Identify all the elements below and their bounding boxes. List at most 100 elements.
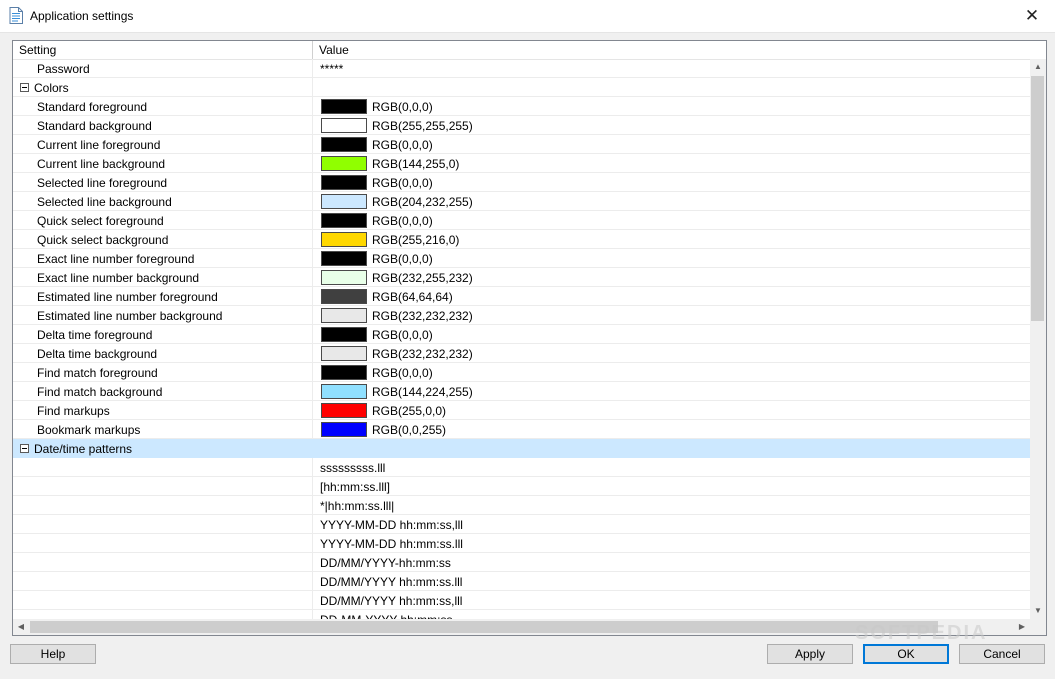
setting-value-cell[interactable]: DD/MM/YYYY hh:mm:ss.lll: [313, 572, 1030, 590]
color-swatch[interactable]: [321, 384, 367, 399]
setting-name-cell[interactable]: Exact line number foreground: [13, 249, 313, 267]
setting-row[interactable]: *|hh:mm:ss.lll|: [13, 496, 1030, 515]
color-swatch[interactable]: [321, 99, 367, 114]
color-swatch[interactable]: [321, 403, 367, 418]
setting-row[interactable]: YYYY-MM-DD hh:mm:ss.lll: [13, 534, 1030, 553]
setting-value-cell[interactable]: YYYY-MM-DD hh:mm:ss,lll: [313, 515, 1030, 533]
setting-row[interactable]: Exact line number foreground RGB(0,0,0): [13, 249, 1030, 268]
setting-value-cell[interactable]: RGB(144,255,0): [313, 154, 1030, 172]
setting-value-cell[interactable]: RGB(0,0,0): [313, 325, 1030, 343]
help-button[interactable]: Help: [10, 644, 96, 664]
color-swatch[interactable]: [321, 327, 367, 342]
color-swatch[interactable]: [321, 213, 367, 228]
setting-row[interactable]: Standard background RGB(255,255,255): [13, 116, 1030, 135]
color-swatch[interactable]: [321, 289, 367, 304]
setting-value-cell[interactable]: DD/MM/YYYY-hh:mm:ss: [313, 553, 1030, 571]
setting-row[interactable]: Selected line foreground RGB(0,0,0): [13, 173, 1030, 192]
setting-name-cell[interactable]: Standard background: [13, 116, 313, 134]
setting-row[interactable]: Estimated line number background RGB(232,…: [13, 306, 1030, 325]
setting-row[interactable]: DD/MM/YYYY hh:mm:ss,lll: [13, 591, 1030, 610]
setting-row[interactable]: Delta time foreground RGB(0,0,0): [13, 325, 1030, 344]
scroll-left-icon[interactable]: ◀: [13, 619, 29, 635]
color-swatch[interactable]: [321, 270, 367, 285]
collapse-icon[interactable]: [20, 83, 29, 92]
setting-value-cell[interactable]: RGB(204,232,255): [313, 192, 1030, 210]
setting-value-cell[interactable]: RGB(232,232,232): [313, 344, 1030, 362]
setting-name-cell[interactable]: Current line foreground: [13, 135, 313, 153]
setting-name-cell[interactable]: Standard foreground: [13, 97, 313, 115]
setting-name-cell[interactable]: Quick select background: [13, 230, 313, 248]
setting-value-cell[interactable]: *|hh:mm:ss.lll|: [313, 496, 1030, 514]
setting-value-cell[interactable]: RGB(0,0,0): [313, 97, 1030, 115]
setting-name-cell[interactable]: Date/time patterns: [13, 439, 313, 457]
setting-name-cell[interactable]: Quick select foreground: [13, 211, 313, 229]
setting-value-cell[interactable]: [hh:mm:ss.lll]: [313, 477, 1030, 495]
ok-button[interactable]: OK: [863, 644, 949, 664]
setting-value-cell[interactable]: RGB(255,216,0): [313, 230, 1030, 248]
setting-row[interactable]: Quick select background RGB(255,216,0): [13, 230, 1030, 249]
column-divider[interactable]: [312, 41, 313, 59]
vertical-scrollbar[interactable]: ▲ ▼: [1030, 59, 1046, 619]
setting-value-cell[interactable]: RGB(0,0,0): [313, 211, 1030, 229]
setting-value-cell[interactable]: DD/MM/YYYY hh:mm:ss,lll: [313, 591, 1030, 609]
vertical-scroll-thumb[interactable]: [1031, 76, 1044, 321]
color-swatch[interactable]: [321, 118, 367, 133]
setting-name-cell[interactable]: Selected line background: [13, 192, 313, 210]
color-swatch[interactable]: [321, 346, 367, 361]
color-swatch[interactable]: [321, 175, 367, 190]
setting-value-cell[interactable]: RGB(64,64,64): [313, 287, 1030, 305]
setting-value-cell[interactable]: DD-MM-YYYY hh:mm:ss: [313, 610, 1030, 619]
setting-value-cell[interactable]: RGB(0,0,0): [313, 135, 1030, 153]
setting-row[interactable]: [hh:mm:ss.lll]: [13, 477, 1030, 496]
setting-value-cell[interactable]: RGB(0,0,0): [313, 249, 1030, 267]
setting-row[interactable]: Delta time background RGB(232,232,232): [13, 344, 1030, 363]
setting-name-cell[interactable]: Current line background: [13, 154, 313, 172]
setting-name-cell[interactable]: Exact line number background: [13, 268, 313, 286]
setting-row[interactable]: sssssssss.lll: [13, 458, 1030, 477]
setting-name-cell[interactable]: Find match background: [13, 382, 313, 400]
setting-name-cell[interactable]: [13, 591, 313, 609]
setting-name-cell[interactable]: [13, 477, 313, 495]
scroll-up-icon[interactable]: ▲: [1030, 59, 1046, 75]
setting-row[interactable]: YYYY-MM-DD hh:mm:ss,lll: [13, 515, 1030, 534]
setting-row[interactable]: Current line background RGB(144,255,0): [13, 154, 1030, 173]
setting-row[interactable]: Exact line number background RGB(232,255,…: [13, 268, 1030, 287]
setting-name-cell[interactable]: [13, 496, 313, 514]
setting-name-cell[interactable]: Delta time background: [13, 344, 313, 362]
setting-row[interactable]: Standard foreground RGB(0,0,0): [13, 97, 1030, 116]
setting-name-cell[interactable]: [13, 534, 313, 552]
color-swatch[interactable]: [321, 232, 367, 247]
setting-name-cell[interactable]: Estimated line number foreground: [13, 287, 313, 305]
close-button[interactable]: ✕: [1009, 0, 1055, 32]
color-swatch[interactable]: [321, 308, 367, 323]
color-swatch[interactable]: [321, 422, 367, 437]
setting-value-cell[interactable]: RGB(0,0,255): [313, 420, 1030, 438]
setting-row[interactable]: Find match foreground RGB(0,0,0): [13, 363, 1030, 382]
category-row[interactable]: Colors: [13, 78, 1030, 97]
setting-row[interactable]: Estimated line number foreground RGB(64,6…: [13, 287, 1030, 306]
setting-row[interactable]: DD/MM/YYYY-hh:mm:ss: [13, 553, 1030, 572]
color-swatch[interactable]: [321, 137, 367, 152]
setting-value-cell[interactable]: RGB(255,255,255): [313, 116, 1030, 134]
setting-value-cell[interactable]: RGB(0,0,0): [313, 363, 1030, 381]
setting-name-cell[interactable]: [13, 515, 313, 533]
setting-value-cell[interactable]: RGB(232,255,232): [313, 268, 1030, 286]
setting-row[interactable]: DD/MM/YYYY hh:mm:ss.lll: [13, 572, 1030, 591]
setting-name-cell[interactable]: Password: [13, 59, 313, 77]
category-row[interactable]: Date/time patterns: [13, 439, 1030, 458]
scroll-down-icon[interactable]: ▼: [1030, 603, 1046, 619]
setting-name-cell[interactable]: [13, 610, 313, 619]
cancel-button[interactable]: Cancel: [959, 644, 1045, 664]
column-header-value[interactable]: Value: [319, 43, 349, 57]
setting-value-cell[interactable]: RGB(232,232,232): [313, 306, 1030, 324]
setting-name-cell[interactable]: Colors: [13, 78, 313, 96]
color-swatch[interactable]: [321, 194, 367, 209]
setting-name-cell[interactable]: [13, 572, 313, 590]
horizontal-scroll-thumb[interactable]: [30, 621, 938, 633]
color-swatch[interactable]: [321, 156, 367, 171]
setting-name-cell[interactable]: [13, 458, 313, 476]
setting-name-cell[interactable]: Estimated line number background: [13, 306, 313, 324]
settings-property-grid[interactable]: Setting Value Password ***** Colors Standar…: [12, 40, 1047, 636]
setting-row[interactable]: Bookmark markups RGB(0,0,255): [13, 420, 1030, 439]
color-swatch[interactable]: [321, 365, 367, 380]
